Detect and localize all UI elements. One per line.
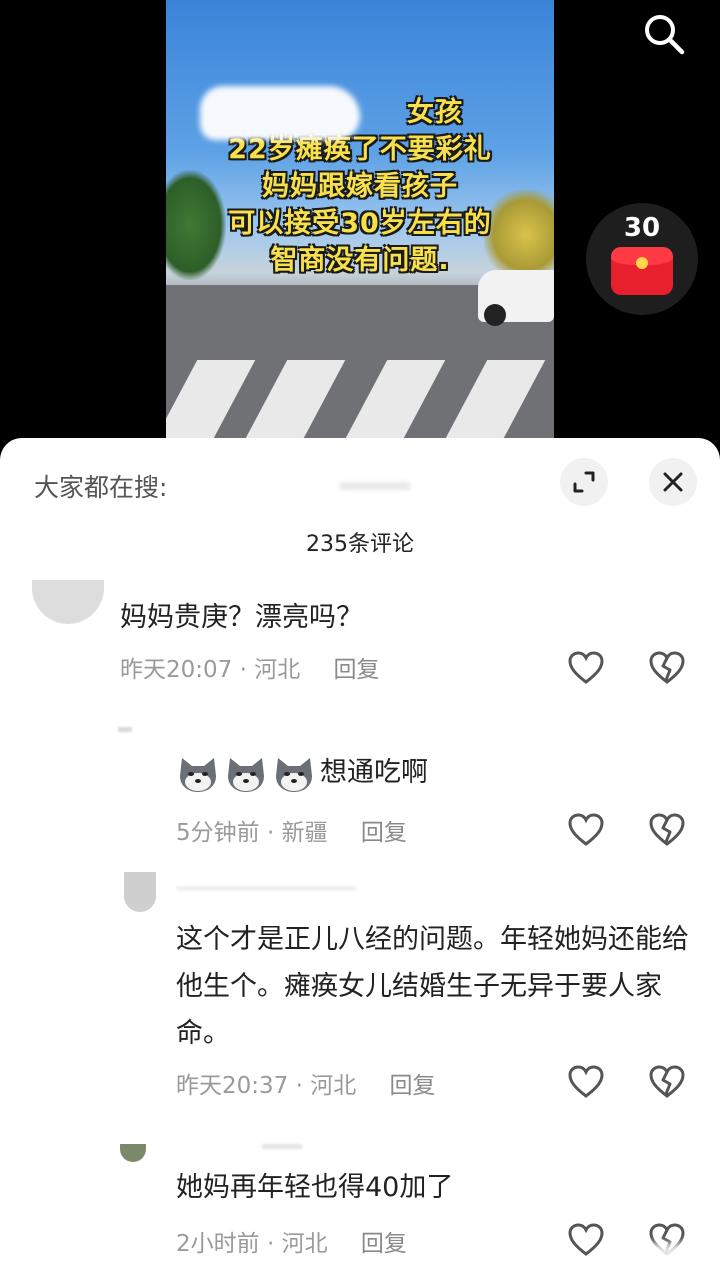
red-packet-button[interactable]: 30 bbox=[586, 203, 698, 315]
search-icon bbox=[645, 15, 685, 55]
comment-content: 想通吃啊 bbox=[176, 749, 676, 796]
comment-time: 昨天20:07 bbox=[120, 657, 233, 683]
caption-line: 智商没有问题. bbox=[270, 245, 450, 276]
heart-icon[interactable] bbox=[566, 1062, 606, 1102]
comment-meta: 5分钟前 · 新疆 回复 bbox=[176, 820, 407, 846]
close-icon bbox=[663, 472, 683, 492]
comment-text: 她妈再年轻也得40加了 bbox=[176, 1172, 454, 1203]
comment-location: 新疆 bbox=[281, 820, 328, 846]
video-player[interactable]: 女孩 22岁瘫痪了不要彩礼 妈妈跟嫁看孩子 可以接受30岁左右的 智商没有问题. bbox=[166, 0, 554, 440]
husky-dog-emoji bbox=[176, 752, 220, 796]
expand-button[interactable] bbox=[560, 458, 608, 506]
comment-location: 河北 bbox=[281, 1231, 328, 1257]
comment-time: 5分钟前 bbox=[176, 820, 260, 846]
heart-icon[interactable] bbox=[566, 1220, 606, 1260]
watermark-blur bbox=[622, 1243, 712, 1277]
redacted-username bbox=[176, 886, 356, 891]
red-envelope-icon bbox=[611, 247, 673, 295]
crosswalk-stripe bbox=[444, 360, 546, 440]
reply-button[interactable]: 回复 bbox=[361, 1231, 407, 1257]
heart-icon[interactable] bbox=[566, 810, 606, 850]
caption-line: 妈妈跟嫁看孩子 bbox=[262, 171, 458, 202]
redaction-blur bbox=[200, 86, 360, 140]
avatar[interactable] bbox=[120, 1144, 146, 1162]
comment-location: 河北 bbox=[254, 657, 301, 683]
reply-button[interactable]: 回复 bbox=[361, 820, 407, 846]
redacted-username bbox=[262, 1144, 302, 1149]
avatar[interactable] bbox=[124, 872, 156, 912]
broken-heart-icon[interactable] bbox=[647, 810, 687, 850]
husky-dog-emoji bbox=[224, 752, 268, 796]
search-button[interactable] bbox=[638, 10, 690, 58]
broken-heart-icon[interactable] bbox=[647, 1062, 687, 1102]
comment-location: 河北 bbox=[310, 1073, 357, 1099]
expand-icon bbox=[573, 471, 595, 493]
search-hint[interactable]: 大家都在搜: bbox=[34, 468, 167, 504]
comment-text: 这个才是正儿八经的问题。年轻她妈还能给他生个。瘫痪女儿结婚生子无异于要人家命。 bbox=[176, 924, 689, 1049]
close-button[interactable] bbox=[649, 458, 697, 506]
reply-button[interactable]: 回复 bbox=[390, 1073, 436, 1099]
comment-meta: 昨天20:37 · 河北 回复 bbox=[176, 1073, 436, 1099]
broken-heart-icon[interactable] bbox=[647, 648, 687, 688]
reply-button[interactable]: 回复 bbox=[334, 657, 380, 683]
comment-meta: 昨天20:07 · 河北 回复 bbox=[120, 657, 380, 683]
comment-meta: 2小时前 · 河北 回复 bbox=[176, 1231, 407, 1257]
husky-dog-emoji bbox=[272, 752, 316, 796]
video-area[interactable]: 女孩 22岁瘫痪了不要彩礼 妈妈跟嫁看孩子 可以接受30岁左右的 智商没有问题.… bbox=[0, 0, 720, 440]
redacted-username bbox=[118, 727, 132, 732]
red-packet-count: 30 bbox=[623, 213, 661, 243]
comment-time: 2小时前 bbox=[176, 1231, 260, 1257]
comment-count: 235条评论 bbox=[306, 532, 414, 557]
comment-text: 妈妈贵庚？漂亮吗？ bbox=[120, 602, 363, 633]
crosswalk-stripe bbox=[344, 360, 446, 440]
heart-icon[interactable] bbox=[566, 648, 606, 688]
avatar[interactable] bbox=[32, 580, 104, 624]
comment-time: 昨天20:37 bbox=[176, 1073, 289, 1099]
redacted-hint bbox=[340, 482, 410, 490]
comment-sheet: 大家都在搜: 235条评论 妈妈贵庚？漂亮吗？ 昨天20:07 · 河北 回复 bbox=[0, 438, 720, 1281]
crosswalk-stripe bbox=[166, 360, 256, 440]
crosswalk-stripe bbox=[244, 360, 346, 440]
caption-line: 可以接受30岁左右的 bbox=[228, 208, 492, 239]
comment-text: 想通吃啊 bbox=[320, 757, 428, 788]
